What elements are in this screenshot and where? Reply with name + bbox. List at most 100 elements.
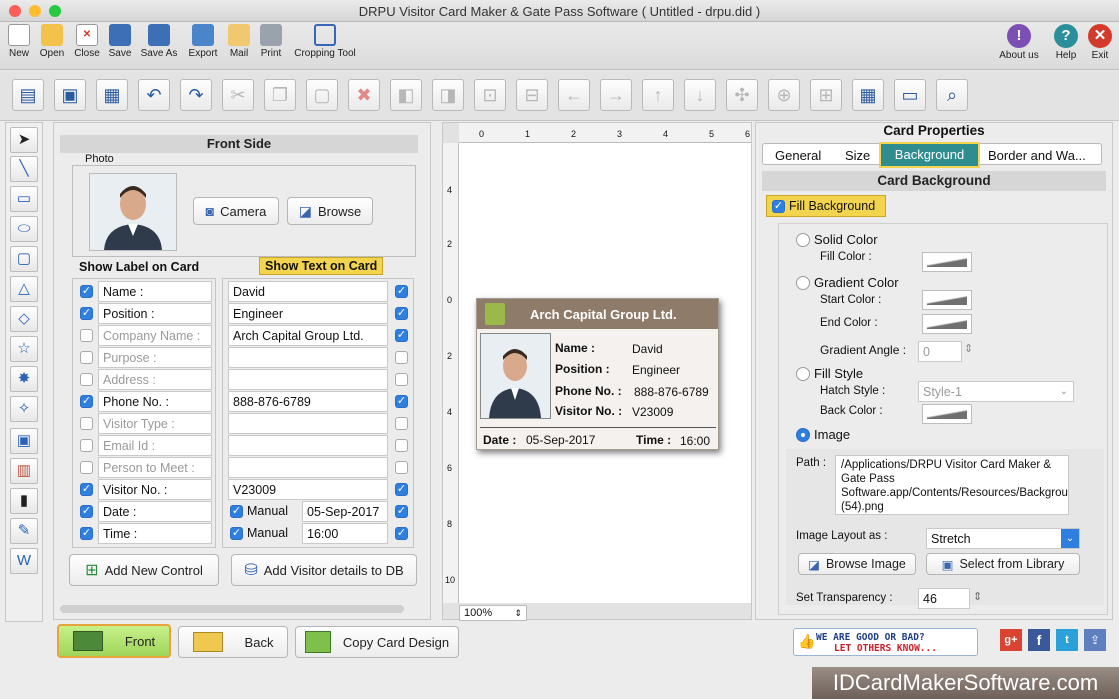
show-text-checkbox[interactable]: ✓: [395, 329, 408, 342]
signature-icon[interactable]: ✎: [10, 518, 38, 544]
value-field[interactable]: [228, 413, 388, 434]
tab-size[interactable]: Size: [845, 148, 870, 163]
paste-icon[interactable]: ▢: [306, 79, 338, 111]
save-as-button[interactable]: Save As: [138, 24, 180, 59]
image-layout-select[interactable]: Stretch ⌄: [926, 528, 1080, 549]
browse-image-button[interactable]: ◪ Browse Image: [798, 553, 916, 575]
lock-icon[interactable]: ⊡: [474, 79, 506, 111]
copy-card-design-button[interactable]: Copy Card Design: [295, 626, 459, 658]
copy-icon[interactable]: ❐: [264, 79, 296, 111]
save-button[interactable]: Save: [106, 24, 134, 59]
add-new-control-button[interactable]: ⊞ Add New Control: [69, 554, 219, 586]
arrow-up-icon[interactable]: ↑: [642, 79, 674, 111]
browse-button[interactable]: ◪ Browse: [287, 197, 373, 225]
value-field[interactable]: Engineer: [228, 303, 388, 324]
library-icon[interactable]: ▥: [10, 458, 38, 484]
show-text-checkbox[interactable]: [395, 373, 408, 386]
show-text-checkbox[interactable]: [395, 351, 408, 364]
fill-background-toggle[interactable]: ✓ Fill Background: [766, 195, 886, 217]
label-field[interactable]: Company Name :: [98, 325, 212, 346]
fill-style-radio[interactable]: [796, 367, 810, 381]
tab-border-watermark[interactable]: Border and Wa...: [988, 148, 1086, 163]
line-icon[interactable]: ╲: [10, 156, 38, 182]
show-text-checkbox[interactable]: [395, 417, 408, 430]
show-text-checkbox[interactable]: [395, 439, 408, 452]
label-field[interactable]: Position :: [98, 303, 212, 324]
tab-background[interactable]: Background: [879, 142, 980, 168]
fill-background-checkbox[interactable]: ✓: [772, 200, 785, 213]
google-plus-icon[interactable]: g+: [1000, 629, 1022, 651]
tab-general[interactable]: General: [775, 148, 821, 163]
diamond-icon[interactable]: ◇: [10, 306, 38, 332]
show-text-checkbox[interactable]: ✓: [395, 307, 408, 320]
share-icon[interactable]: ⇪: [1084, 629, 1106, 651]
align-horizontal-icon[interactable]: ⊕: [768, 79, 800, 111]
redo-icon[interactable]: ↷: [180, 79, 212, 111]
show-text-checkbox[interactable]: [395, 461, 408, 474]
gradient-angle-input[interactable]: 0: [918, 341, 962, 362]
value-field[interactable]: [228, 369, 388, 390]
delete-icon[interactable]: ✖: [348, 79, 380, 111]
zoom-select[interactable]: 100% ⇕: [459, 605, 527, 621]
help-button[interactable]: ? Help: [1050, 24, 1082, 61]
label-checkbox[interactable]: [80, 373, 93, 386]
undo-icon[interactable]: ↶: [138, 79, 170, 111]
bring-front-icon[interactable]: ◧: [390, 79, 422, 111]
properties-icon[interactable]: ▤: [12, 79, 44, 111]
label-field[interactable]: Name :: [98, 281, 212, 302]
gradient-color-radio[interactable]: [796, 276, 810, 290]
image-icon[interactable]: ▣: [54, 79, 86, 111]
gradient-angle-stepper-icon[interactable]: ⇕: [964, 342, 973, 355]
value-field[interactable]: David: [228, 281, 388, 302]
show-text-checkbox[interactable]: ✓: [395, 285, 408, 298]
show-text-checkbox[interactable]: ✓: [395, 505, 408, 518]
solid-color-radio[interactable]: [796, 233, 810, 247]
show-text-checkbox[interactable]: ✓: [395, 527, 408, 540]
arrow-right-icon[interactable]: →: [600, 79, 632, 111]
value-field[interactable]: [228, 457, 388, 478]
label-checkbox[interactable]: ✓: [80, 307, 93, 320]
label-field[interactable]: Phone No. :: [98, 391, 212, 412]
label-field[interactable]: Address :: [98, 369, 212, 390]
label-checkbox[interactable]: ✓: [80, 527, 93, 540]
triangle-icon[interactable]: △: [10, 276, 38, 302]
close-button[interactable]: ✕ Close: [71, 24, 103, 59]
label-checkbox[interactable]: [80, 461, 93, 474]
pointer-icon[interactable]: ➤: [10, 127, 38, 153]
transparency-input[interactable]: 46: [918, 588, 970, 609]
cut-icon[interactable]: ✂: [222, 79, 254, 111]
horizontal-scrollbar[interactable]: [60, 605, 404, 613]
send-back-icon[interactable]: ◨: [432, 79, 464, 111]
label-field[interactable]: Purpose :: [98, 347, 212, 368]
manual-checkbox[interactable]: ✓: [230, 527, 243, 540]
show-text-checkbox[interactable]: ✓: [395, 395, 408, 408]
value-field[interactable]: 05-Sep-2017: [302, 501, 388, 522]
label-checkbox[interactable]: [80, 417, 93, 430]
value-field[interactable]: 888-876-6789: [228, 391, 388, 412]
watermark-icon[interactable]: W: [10, 548, 38, 574]
rectangle-icon[interactable]: ▭: [10, 186, 38, 212]
back-button[interactable]: Back: [178, 626, 288, 658]
label-checkbox[interactable]: [80, 351, 93, 364]
center-icon[interactable]: ✣: [726, 79, 758, 111]
print-button[interactable]: Print: [256, 24, 286, 59]
end-color-swatch[interactable]: [922, 314, 972, 334]
front-button[interactable]: Front: [57, 624, 171, 658]
export-button[interactable]: Export: [184, 24, 222, 59]
open-button[interactable]: Open: [37, 24, 67, 59]
about-us-button[interactable]: ! About us: [995, 24, 1043, 61]
label-checkbox[interactable]: [80, 329, 93, 342]
photo-frame[interactable]: [89, 173, 177, 251]
align-vertical-icon[interactable]: ⊞: [810, 79, 842, 111]
arrow-down-icon[interactable]: ↓: [684, 79, 716, 111]
label-checkbox[interactable]: ✓: [80, 395, 93, 408]
hatch-style-select[interactable]: Style-1 ⌄: [918, 381, 1074, 402]
new-button[interactable]: New: [6, 24, 32, 59]
image-path-field[interactable]: /Applications/DRPU Visitor Card Maker & …: [835, 455, 1069, 515]
label-checkbox[interactable]: ✓: [80, 505, 93, 518]
fill-color-swatch[interactable]: [922, 252, 972, 272]
arrow-left-icon[interactable]: ←: [558, 79, 590, 111]
pinwheel-icon[interactable]: ✧: [10, 396, 38, 422]
label-field[interactable]: Date :: [98, 501, 212, 522]
label-field[interactable]: Time :: [98, 523, 212, 544]
